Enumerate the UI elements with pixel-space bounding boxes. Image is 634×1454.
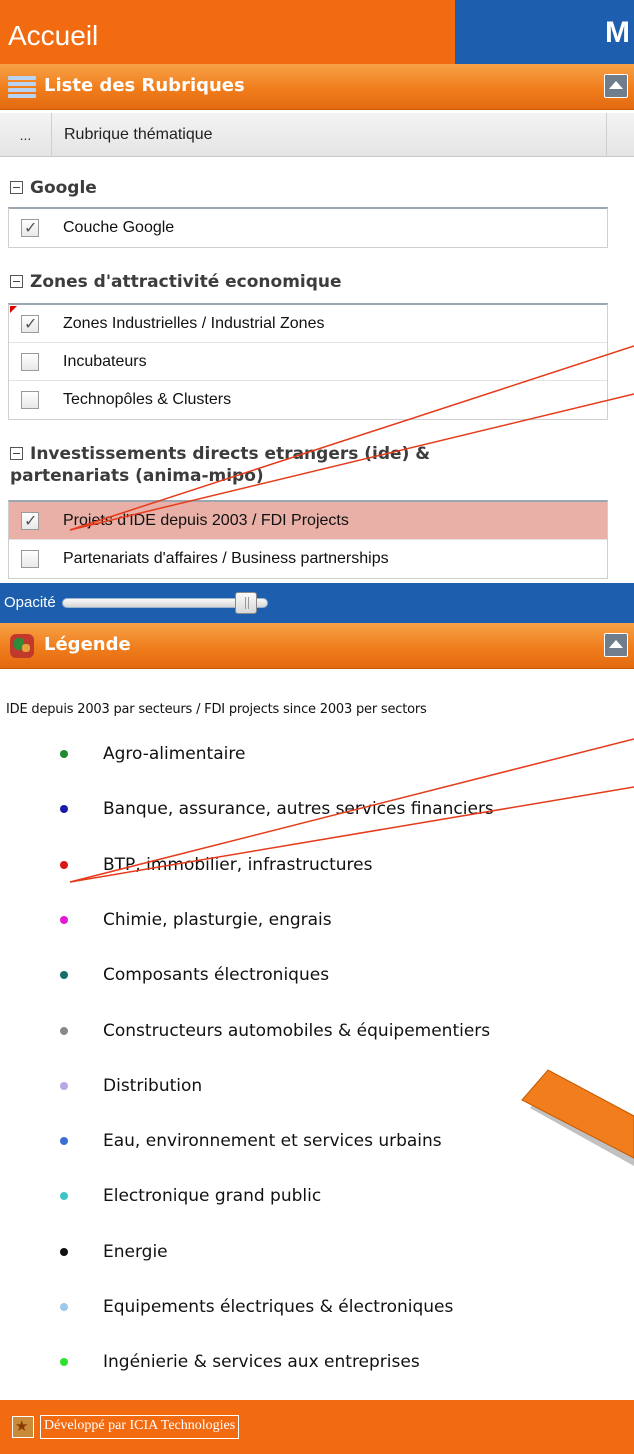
top-bar: Accueil M bbox=[0, 0, 634, 64]
layer-checkbox[interactable] bbox=[21, 391, 39, 409]
legend-item: Composants électroniques bbox=[0, 956, 634, 996]
legend-item-label: Equipements électriques & électroniques bbox=[103, 1297, 454, 1317]
legend-item-label: Eau, environnement et services urbains bbox=[103, 1131, 442, 1152]
legend-item: BTP, immobilier, infrastructures bbox=[0, 846, 634, 886]
legend-color-dot-icon bbox=[60, 805, 68, 814]
tab-map-label: M bbox=[605, 16, 630, 49]
collapse-group-icon[interactable] bbox=[10, 447, 23, 460]
legend-color-dot-icon bbox=[60, 1137, 68, 1146]
legend-item: Banque, assurance, autres services finan… bbox=[0, 790, 634, 830]
group-google-title: Google bbox=[30, 178, 97, 198]
layer-checkbox[interactable] bbox=[21, 511, 39, 530]
group-ide-header[interactable]: Investissements directs etrangers (ide) … bbox=[10, 443, 430, 487]
collapse-rubriques-button[interactable] bbox=[604, 74, 628, 98]
layer-row[interactable]: Zones Industrielles / Industrial Zones bbox=[9, 305, 607, 343]
group-ide-list: Projets d'IDE depuis 2003 / FDI Projects… bbox=[8, 500, 608, 579]
legend-item-label: Ingénierie & services aux entreprises bbox=[103, 1352, 420, 1373]
layer-row[interactable]: Couche Google bbox=[9, 209, 607, 247]
opacity-slider-thumb[interactable] bbox=[234, 592, 257, 614]
layer-checkbox[interactable] bbox=[21, 218, 39, 237]
layer-label: Partenariats d'affaires / Business partn… bbox=[63, 550, 389, 567]
legend-color-dot-icon bbox=[60, 971, 68, 980]
layer-checkbox[interactable] bbox=[21, 550, 39, 568]
footer: Développé par ICIA Technologies bbox=[0, 1400, 634, 1454]
layer-label: Projets d'IDE depuis 2003 / FDI Projects bbox=[63, 512, 349, 529]
legend-color-dot-icon bbox=[60, 915, 68, 924]
layer-label: Technopôles & Clusters bbox=[63, 391, 232, 408]
legend-item-label: Constructeurs automobiles & équipementie… bbox=[103, 1020, 491, 1041]
layer-row[interactable]: Partenariats d'affaires / Business partn… bbox=[9, 540, 607, 578]
footer-credit-link[interactable]: Développé par ICIA Technologies bbox=[40, 1415, 240, 1439]
legend-color-dot-icon bbox=[60, 1192, 68, 1201]
collapse-legend-button[interactable] bbox=[604, 633, 628, 657]
legend-item-label: Distribution bbox=[103, 1075, 203, 1096]
group-zones-header[interactable]: Zones d'attractivité economique bbox=[10, 272, 342, 292]
legend-item-label: Electronique grand public bbox=[103, 1186, 322, 1207]
legend-item: Constructeurs automobiles & équipementie… bbox=[0, 1012, 634, 1052]
column-divider bbox=[606, 113, 607, 157]
layer-checkbox[interactable] bbox=[21, 314, 39, 333]
tab-map[interactable]: M bbox=[455, 0, 634, 64]
group-google-list: Couche Google bbox=[8, 207, 608, 248]
layer-label: Zones Industrielles / Industrial Zones bbox=[63, 315, 325, 332]
column-title[interactable]: Rubrique thématique bbox=[64, 126, 213, 144]
group-ide-title-line2: partenariats (anima-mipo) bbox=[10, 466, 264, 486]
layer-row[interactable]: Technopôles & Clusters bbox=[9, 381, 607, 419]
legend-color-dot-icon bbox=[60, 1026, 68, 1035]
opacity-label: Opacité bbox=[4, 594, 56, 611]
tab-accueil-label: Accueil bbox=[8, 20, 99, 51]
opacity-bar: Opacité bbox=[0, 583, 634, 623]
layer-row-selected[interactable]: Projets d'IDE depuis 2003 / FDI Projects bbox=[9, 502, 607, 540]
group-zones-title: Zones d'attractivité economique bbox=[30, 272, 342, 292]
legend-item: Energie bbox=[0, 1233, 634, 1273]
legend-panel-title: Légende bbox=[44, 634, 131, 655]
group-ide-title-line1: Investissements directs etrangers (ide) … bbox=[30, 444, 431, 464]
legend-item-label: Agro-alimentaire bbox=[103, 744, 246, 764]
legend-item-label: Chimie, plasturgie, engrais bbox=[103, 909, 332, 930]
legend-map-icon bbox=[10, 634, 34, 658]
icia-logo-icon bbox=[12, 1416, 34, 1438]
layer-label: Couche Google bbox=[63, 219, 175, 236]
modified-marker bbox=[10, 306, 17, 313]
legend-caption: IDE depuis 2003 par secteurs / FDI proje… bbox=[6, 702, 427, 717]
rubriques-panel-header: Liste des Rubriques bbox=[0, 64, 634, 110]
rubriques-panel-title: Liste des Rubriques bbox=[44, 75, 245, 96]
legend-item: Chimie, plasturgie, engrais bbox=[0, 901, 634, 941]
tab-accueil[interactable]: Accueil bbox=[0, 0, 455, 64]
legend-color-dot-icon bbox=[60, 1081, 68, 1090]
column-menu-button[interactable]: ... bbox=[0, 113, 52, 157]
layer-row[interactable]: Incubateurs bbox=[9, 343, 607, 381]
collapse-group-icon[interactable] bbox=[10, 275, 23, 288]
legend-color-dot-icon bbox=[60, 1247, 68, 1256]
legend-item: Equipements électriques & électroniques bbox=[0, 1288, 634, 1328]
legend-item-label: Energie bbox=[103, 1241, 168, 1262]
group-google-header[interactable]: Google bbox=[10, 178, 97, 198]
collapse-group-icon[interactable] bbox=[10, 181, 23, 194]
rubriques-column-header: ... Rubrique thématique bbox=[0, 113, 634, 157]
legend-item: Agro-alimentaire bbox=[0, 735, 634, 775]
legend-color-dot-icon bbox=[60, 1303, 68, 1311]
legend-color-dot-icon bbox=[60, 1358, 68, 1367]
legend-item-label: Composants électroniques bbox=[103, 965, 330, 986]
legend-item-label: BTP, immobilier, infrastructures bbox=[103, 854, 373, 875]
layer-checkbox[interactable] bbox=[21, 353, 39, 371]
list-icon bbox=[8, 76, 36, 98]
layer-label: Incubateurs bbox=[63, 353, 147, 370]
group-zones-list: Zones Industrielles / Industrial Zones I… bbox=[8, 303, 608, 420]
legend-color-dot-icon bbox=[60, 860, 68, 869]
legend-item: Eau, environnement et services urbains bbox=[0, 1122, 634, 1162]
legend-color-dot-icon bbox=[60, 750, 68, 758]
legend-panel-header: Légende bbox=[0, 623, 634, 669]
legend-item: Electronique grand public bbox=[0, 1177, 634, 1217]
legend-item: Distribution bbox=[0, 1067, 634, 1107]
legend-item-label: Banque, assurance, autres services finan… bbox=[103, 799, 494, 820]
legend-item: Ingénierie & services aux entreprises bbox=[0, 1343, 634, 1383]
